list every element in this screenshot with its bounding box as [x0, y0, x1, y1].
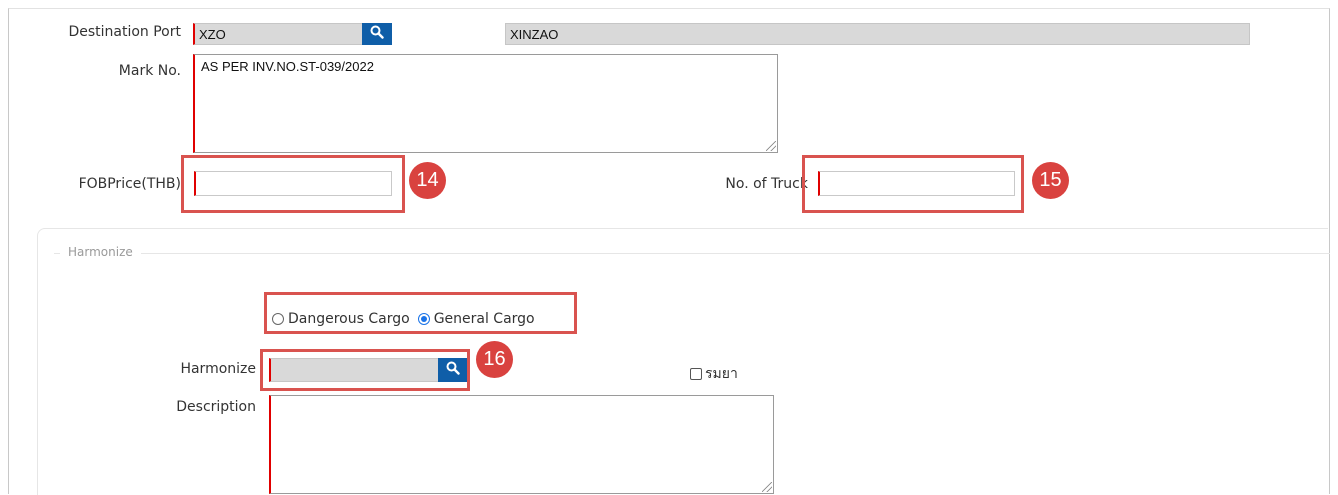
callout-badge-14: 14	[409, 162, 446, 199]
description-label: Description	[176, 399, 256, 415]
resize-grip-icon[interactable]	[762, 482, 772, 492]
no-of-truck-label: No. of Truck	[725, 176, 808, 192]
dangerous-cargo-radio[interactable]	[272, 313, 284, 325]
fumigation-checkbox-label[interactable]: รมยา	[705, 363, 738, 385]
resize-grip-icon[interactable]	[766, 141, 776, 151]
description-textarea[interactable]	[269, 395, 774, 494]
mark-no-label: Mark No.	[118, 63, 181, 79]
callout-box-15	[802, 155, 1024, 213]
callout-badge-16: 16	[476, 341, 513, 378]
callout-box-14	[181, 155, 405, 213]
callout-box-16	[260, 349, 470, 391]
mark-no-value: AS PER INV.NO.ST-039/2022	[201, 59, 374, 74]
destination-port-search-button[interactable]	[362, 23, 392, 45]
search-icon	[370, 25, 384, 43]
harmonize-legend: Harmonize	[60, 245, 141, 259]
callout-badge-15: 15	[1032, 162, 1069, 199]
mark-no-textarea[interactable]: AS PER INV.NO.ST-039/2022	[193, 54, 778, 153]
destination-port-name-field	[505, 23, 1250, 45]
destination-port-code-input[interactable]	[193, 23, 363, 45]
harmonize-label: Harmonize	[180, 361, 256, 377]
fumigation-checkbox-group: รมยา	[690, 363, 738, 385]
general-cargo-radio[interactable]	[417, 313, 430, 325]
legend-divider	[54, 253, 1330, 254]
fob-price-label: FOBPrice(THB)	[78, 176, 181, 192]
destination-port-label: Destination Port	[68, 24, 181, 40]
dangerous-cargo-label[interactable]: Dangerous Cargo	[288, 311, 410, 327]
cargo-type-radio-group: Dangerous Cargo General Cargo	[272, 311, 535, 327]
fumigation-checkbox[interactable]	[690, 368, 702, 380]
general-cargo-label[interactable]: General Cargo	[434, 311, 535, 327]
